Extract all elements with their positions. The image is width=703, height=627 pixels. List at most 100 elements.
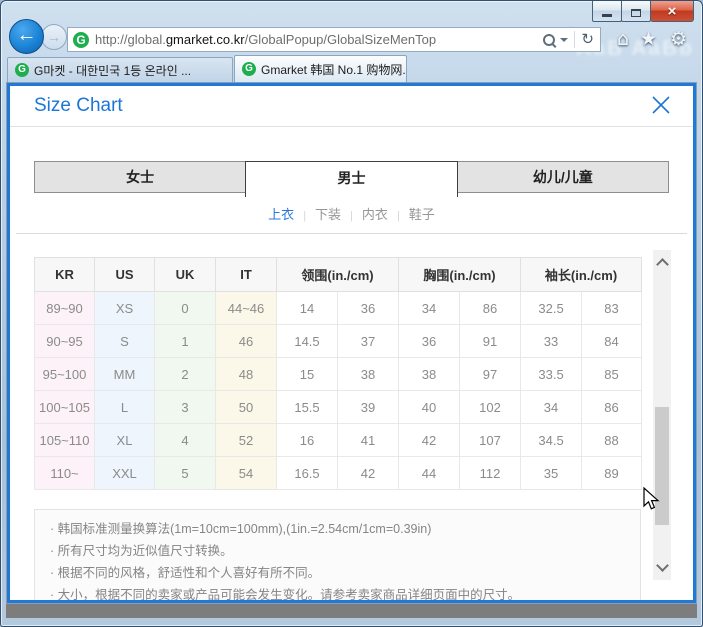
table-cell: 4 [155,424,216,457]
tab-label: Gmarket 韩国 No.1 购物网... [261,61,407,78]
size-table-body: 89~90XS044~461436348632.58390~95S14614.5… [35,292,642,490]
table-cell: 44 [399,457,460,490]
tab-men-active[interactable]: 男士 [245,161,457,197]
table-cell: 85 [582,358,642,391]
column-header: 领围(in./cm) [277,258,399,292]
column-header: UK [155,258,216,292]
table-cell: 86 [460,292,521,325]
address-bar[interactable]: G http://global.gmarket.co.kr/GlobalPopu… [67,27,601,52]
table-row: 105~110XL45216414210734.588 [35,424,642,457]
browser-tab-bar: G G마켓 - 대한민국 1등 온라인 ... G Gmarket 韩国 No.… [6,55,697,82]
subnav-separator: | [350,210,353,222]
browser-window: AaB AaBb × ← → G http://global.gmarket.c… [0,0,703,627]
browser-tab-gmarket-cn-active[interactable]: G Gmarket 韩国 No.1 购物网... × [234,55,407,82]
table-cell: 34 [521,391,582,424]
table-cell: 54 [216,457,277,490]
table-cell: 89~90 [35,292,95,325]
status-bar [6,603,697,618]
forward-button[interactable]: → [41,24,67,50]
table-cell: 36 [399,325,460,358]
scrollbar-down-icon[interactable] [656,559,669,572]
url-domain: gmarket.co.kr [166,32,245,47]
tools-gear-icon[interactable]: ⚙ [670,29,687,49]
tab-kids[interactable]: 幼儿/儿童 [457,161,669,193]
table-cell: 34 [399,292,460,325]
table-cell: XXL [95,457,155,490]
table-cell: 83 [582,292,642,325]
subnav-underwear[interactable]: 内衣 [362,207,388,222]
size-table: KRUSUKIT领围(in./cm)胸围(in./cm)袖长(in./cm) 8… [34,257,642,490]
popup-close-button[interactable] [651,95,671,115]
table-cell: 46 [216,325,277,358]
table-cell: 37 [338,325,399,358]
refresh-icon[interactable]: ↻ [581,32,596,47]
table-cell: 105~110 [35,424,95,457]
home-icon[interactable]: ⌂ [617,29,629,49]
column-header: 袖长(in./cm) [521,258,642,292]
favorites-star-icon[interactable]: ★ [640,29,657,49]
table-cell: 97 [460,358,521,391]
table-cell: 95~100 [35,358,95,391]
search-icon[interactable] [543,34,555,46]
table-cell: 48 [216,358,277,391]
window-maximize-button[interactable] [621,1,651,22]
note-item: 韩国标准测量换算法(1m=10cm=100mm),(1in.=2.54cm/1c… [50,518,625,540]
table-cell: 88 [582,424,642,457]
table-cell: 102 [460,391,521,424]
popup-header: Size Chart [10,86,693,127]
search-dropdown-icon[interactable] [560,38,568,42]
notes-box: 韩国标准测量换算法(1m=10cm=100mm),(1in.=2.54cm/1c… [34,509,641,603]
table-cell: 50 [216,391,277,424]
table-row: 110~XXL55416.542441123589 [35,457,642,490]
table-cell: 15 [277,358,338,391]
subnav-shoes[interactable]: 鞋子 [409,207,435,222]
table-cell: 38 [399,358,460,391]
column-header: 胸围(in./cm) [399,258,521,292]
column-header: IT [216,258,277,292]
table-cell: 90~95 [35,325,95,358]
table-cell: XL [95,424,155,457]
table-cell: 41 [338,424,399,457]
mouse-cursor [643,487,660,517]
table-cell: 91 [460,325,521,358]
notes-list: 韩国标准测量换算法(1m=10cm=100mm),(1in.=2.54cm/1c… [50,518,625,603]
table-cell: S [95,325,155,358]
scrollbar-up-icon[interactable] [656,258,669,271]
forward-arrow-icon: → [47,29,61,45]
table-cell: L [95,391,155,424]
table-cell: 33 [521,325,582,358]
address-bar-tools: ↻ [543,31,596,48]
browser-tab-gmarket-kr[interactable]: G G마켓 - 대한민국 1등 온라인 ... [7,57,233,82]
table-row: 100~105L35015.539401023486 [35,391,642,424]
subnav-tops[interactable]: 上衣 [268,207,294,222]
table-cell: 100~105 [35,391,95,424]
table-cell: 34.5 [521,424,582,457]
maximize-icon [631,9,641,17]
table-cell: 40 [399,391,460,424]
popup-close-x-icon [651,95,671,115]
table-cell: 35 [521,457,582,490]
back-arrow-icon: ← [17,24,37,46]
table-cell: MM [95,358,155,391]
table-cell: XS [95,292,155,325]
section-divider [16,233,687,234]
table-row: 95~100MM2481538389733.585 [35,358,642,391]
table-cell: 38 [338,358,399,391]
size-chart-page: Size Chart 女士 男士 幼儿/儿童 上衣|下装|内衣|鞋子 [7,83,696,603]
subnav-separator: | [303,210,306,222]
site-favicon-icon: G [73,32,89,48]
tab-women[interactable]: 女士 [34,161,246,193]
minimize-icon [602,14,612,17]
window-minimize-button[interactable] [592,1,622,22]
window-close-button[interactable]: × [650,1,694,22]
table-cell: 16.5 [277,457,338,490]
page-scrollbar[interactable] [653,250,671,580]
table-cell: 0 [155,292,216,325]
table-cell: 42 [338,457,399,490]
url-text: http://global.gmarket.co.kr/GlobalPopup/… [95,32,543,47]
table-cell: 110~ [35,457,95,490]
back-button[interactable]: ← [9,19,44,54]
subnav-bottoms[interactable]: 下装 [315,207,341,222]
column-header: US [95,258,155,292]
size-table-header-row: KRUSUKIT领围(in./cm)胸围(in./cm)袖长(in./cm) [35,258,642,292]
